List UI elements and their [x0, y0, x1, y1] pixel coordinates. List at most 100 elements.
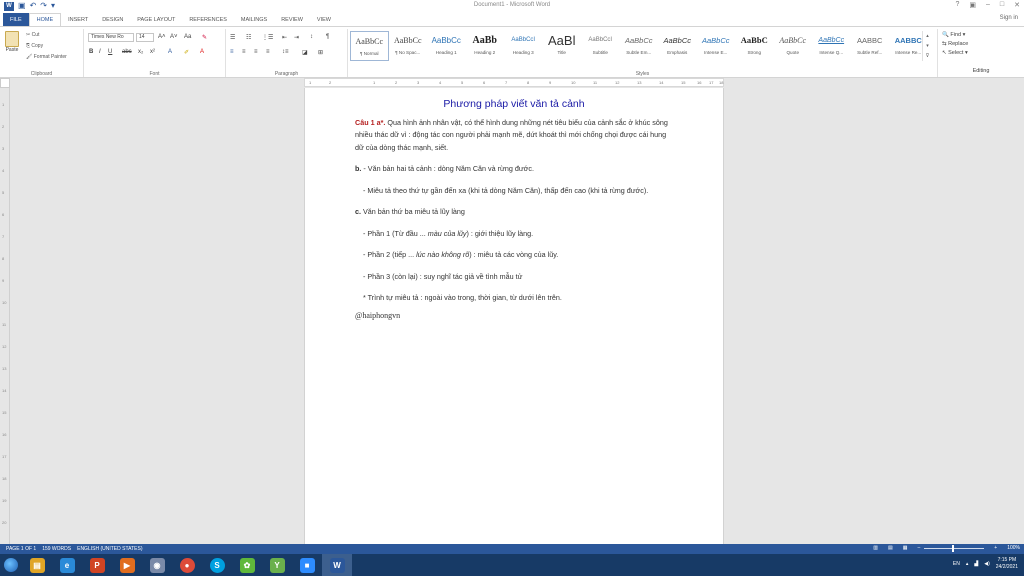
- justify-icon[interactable]: ≡: [266, 49, 270, 55]
- align-left-icon[interactable]: ≡: [230, 49, 234, 55]
- style-intense-quote[interactable]: AaBbCc Intense Q...: [812, 31, 851, 61]
- style-intense-emphasis[interactable]: AaBbCc Intense E...: [697, 31, 736, 61]
- sort-icon[interactable]: ↕: [310, 34, 313, 40]
- grow-font-icon[interactable]: A˄: [158, 34, 166, 40]
- tab-file[interactable]: FILE: [3, 13, 29, 26]
- font-size-box[interactable]: 14: [136, 33, 154, 42]
- find-button[interactable]: 🔍 Find ▾: [942, 32, 1024, 38]
- word-count[interactable]: 159 WORDS: [42, 546, 71, 552]
- taskbar-app-green[interactable]: ✿: [232, 554, 262, 576]
- tab-view[interactable]: VIEW: [310, 13, 338, 26]
- read-mode-icon[interactable]: ▥: [873, 545, 878, 551]
- text-effects-icon[interactable]: A: [168, 49, 172, 55]
- change-case-icon[interactable]: Aa: [184, 34, 191, 40]
- taskbar-explorer[interactable]: ▤: [22, 554, 52, 576]
- tab-home[interactable]: HOME: [28, 13, 62, 26]
- style-quote[interactable]: AaBbCc Quote: [774, 31, 813, 61]
- print-layout-icon[interactable]: ▤: [888, 545, 893, 551]
- taskbar-zoom[interactable]: ■: [292, 554, 322, 576]
- more-styles-icon[interactable]: ⊽: [923, 51, 932, 61]
- help-button[interactable]: ?: [955, 1, 959, 9]
- zoom-out-icon[interactable]: –: [918, 545, 921, 551]
- align-center-icon[interactable]: ≡: [242, 49, 246, 55]
- zoom-level[interactable]: 100%: [1007, 545, 1020, 551]
- tab-review[interactable]: REVIEW: [274, 13, 310, 26]
- minimize-button[interactable]: –: [986, 1, 990, 9]
- clear-formatting-icon[interactable]: ✎: [202, 34, 207, 41]
- copy-button[interactable]: ⎘ Copy: [26, 43, 43, 49]
- font-color-icon[interactable]: A: [200, 49, 204, 55]
- replace-button[interactable]: ⇆ Replace: [942, 41, 1024, 47]
- taskbar-skype[interactable]: S: [202, 554, 232, 576]
- shrink-font-icon[interactable]: A˅: [170, 34, 178, 40]
- taskbar-media-player[interactable]: ▶: [112, 554, 142, 576]
- line-spacing-icon[interactable]: ↕≡: [282, 49, 289, 55]
- clock[interactable]: 7:15 PM 24/2/2021: [996, 557, 1018, 571]
- multilevel-list-icon[interactable]: ⋮☰: [262, 34, 273, 41]
- document-page[interactable]: Phương pháp viết văn tả cảnh Câu 1 a*. Q…: [304, 88, 724, 544]
- style-no-spacing[interactable]: AaBbCc ¶ No Spac...: [389, 31, 428, 61]
- highlight-icon[interactable]: ✐: [184, 49, 189, 56]
- paste-button[interactable]: Paste: [4, 31, 20, 53]
- vertical-ruler[interactable]: 1 2 3 4 5 6 7 8 9 10 11 12 13 14 15 16 1…: [0, 88, 10, 544]
- volume-icon[interactable]: ◀): [984, 561, 990, 567]
- subscript-icon[interactable]: x₂: [138, 49, 143, 55]
- tab-selector[interactable]: [0, 78, 10, 88]
- input-language[interactable]: EN: [953, 561, 960, 567]
- scroll-up-icon[interactable]: ▴: [923, 31, 932, 41]
- style-strong[interactable]: AaBbC Strong: [735, 31, 774, 61]
- maximize-button[interactable]: □: [1000, 1, 1004, 9]
- borders-icon[interactable]: ⊞: [318, 49, 323, 56]
- style-subtitle[interactable]: AaBbCcI Subtitle: [581, 31, 620, 61]
- scroll-down-icon[interactable]: ▾: [923, 41, 932, 51]
- tab-references[interactable]: REFERENCES: [182, 13, 234, 26]
- start-button[interactable]: [0, 554, 22, 576]
- style-subtle-reference[interactable]: AABBC Subtle Ref...: [851, 31, 890, 61]
- style-heading-1[interactable]: AaBbCc Heading 1: [427, 31, 466, 61]
- style-emphasis[interactable]: AaBbCc Emphasis: [658, 31, 697, 61]
- document-body[interactable]: Phương pháp viết văn tả cảnh Câu 1 a*. Q…: [355, 98, 673, 331]
- increase-indent-icon[interactable]: ⇥: [294, 34, 299, 41]
- page-count[interactable]: PAGE 1 OF 1: [6, 546, 36, 552]
- zoom-thumb[interactable]: [952, 544, 955, 552]
- network-icon[interactable]: ▟: [974, 561, 978, 567]
- bold-icon[interactable]: B: [89, 49, 93, 55]
- format-painter-button[interactable]: 🖌 Format Painter: [26, 54, 67, 60]
- select-button[interactable]: ↖ Select ▾: [942, 50, 1024, 56]
- zoom-in-icon[interactable]: +: [994, 545, 997, 551]
- style-heading-2[interactable]: AaBb Heading 2: [466, 31, 505, 61]
- sign-in-link[interactable]: Sign in: [1000, 15, 1018, 21]
- style-heading-3[interactable]: AaBbCcI Heading 3: [504, 31, 543, 61]
- superscript-icon[interactable]: x²: [150, 49, 155, 55]
- cut-button[interactable]: ✂ Cut: [26, 32, 39, 38]
- taskbar-chrome[interactable]: ●: [172, 554, 202, 576]
- show-formatting-icon[interactable]: ¶: [326, 34, 329, 40]
- decrease-indent-icon[interactable]: ⇤: [282, 34, 287, 41]
- tray-chevron-icon[interactable]: ▴: [966, 561, 969, 567]
- style-title[interactable]: AaBl Title: [543, 31, 582, 61]
- language-indicator[interactable]: ENGLISH (UNITED STATES): [77, 546, 142, 552]
- tab-insert[interactable]: INSERT: [61, 13, 95, 26]
- styles-scroll[interactable]: ▴ ▾ ⊽: [922, 31, 932, 61]
- font-name-box[interactable]: Times New Ro: [88, 33, 134, 42]
- taskbar-app[interactable]: ◉: [142, 554, 172, 576]
- taskbar-ie[interactable]: e: [52, 554, 82, 576]
- close-button[interactable]: ✕: [1014, 1, 1020, 9]
- ribbon-display-button[interactable]: ▣: [969, 1, 976, 9]
- zoom-slider[interactable]: [924, 544, 985, 552]
- horizontal-ruler[interactable]: 1 2 1 2 3 4 5 6 7 8 9 10 11 12 13 14 15 …: [304, 78, 724, 87]
- tab-design[interactable]: DESIGN: [95, 13, 130, 26]
- tab-mailings[interactable]: MAILINGS: [234, 13, 274, 26]
- numbering-icon[interactable]: ☷: [246, 34, 251, 41]
- tab-page-layout[interactable]: PAGE LAYOUT: [130, 13, 182, 26]
- italic-icon[interactable]: I: [99, 49, 101, 55]
- align-right-icon[interactable]: ≡: [254, 49, 258, 55]
- style-subtle-emphasis[interactable]: AaBbCc Subtle Em...: [620, 31, 659, 61]
- taskbar-app-y[interactable]: Y: [262, 554, 292, 576]
- shading-icon[interactable]: ◪: [302, 49, 308, 56]
- bullets-icon[interactable]: ☰: [230, 34, 235, 41]
- strikethrough-icon[interactable]: abc: [122, 49, 132, 55]
- style-normal[interactable]: AaBbCc ¶ Normal: [350, 31, 389, 61]
- underline-icon[interactable]: U: [108, 49, 112, 55]
- taskbar-powerpoint[interactable]: P: [82, 554, 112, 576]
